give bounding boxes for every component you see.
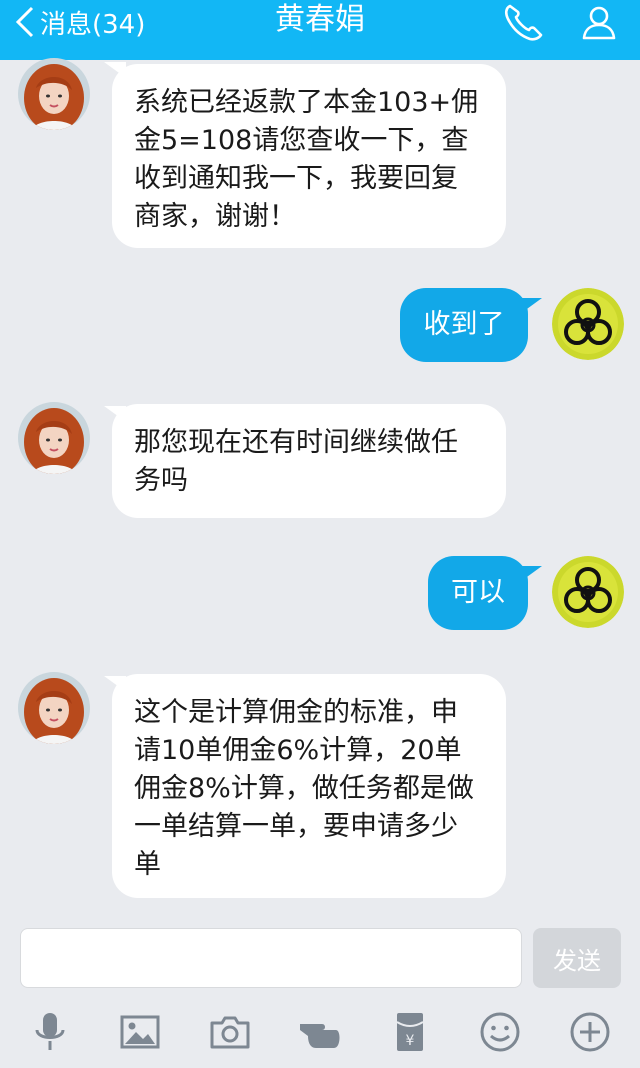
image-button[interactable] [114, 1006, 166, 1058]
emoji-button[interactable] [474, 1006, 526, 1058]
phone-icon [504, 4, 543, 41]
contact-avatar[interactable] [18, 58, 90, 130]
outgoing-message-bubble[interactable]: 收到了 [400, 288, 528, 362]
camera-icon [210, 1016, 250, 1049]
message-input[interactable] [20, 928, 522, 988]
back-button[interactable]: 消息(34) [14, 0, 145, 44]
svg-text:¥: ¥ [406, 1033, 415, 1049]
microphone-icon [35, 1013, 65, 1050]
my-avatar[interactable] [552, 288, 624, 360]
incoming-message-bubble[interactable]: 系统已经返款了本金103+佣金5=108请您查收一下，查收到通知我一下，我要回复… [112, 64, 506, 248]
contact-avatar[interactable] [18, 672, 90, 744]
red-packet-icon: ¥ [396, 1013, 424, 1051]
message-text: 可以 [451, 577, 505, 608]
emoji-icon [480, 1012, 520, 1052]
poke-icon [300, 1024, 340, 1048]
more-button[interactable] [564, 1006, 616, 1058]
title-bar: 消息(34) 黄春娟 [0, 0, 640, 60]
message-text: 这个是计算佣金的标准，申请10单佣金6%计算，20单佣金8%计算，做任务都是做一… [134, 697, 474, 880]
incoming-message-bubble[interactable]: 这个是计算佣金的标准，申请10单佣金6%计算，20单佣金8%计算，做任务都是做一… [112, 674, 506, 898]
outgoing-message-bubble[interactable]: 可以 [428, 556, 528, 630]
bubble-tail [520, 566, 542, 582]
input-toolbar: ¥ [0, 996, 640, 1068]
plus-icon [570, 1012, 610, 1052]
biohazard-icon [552, 288, 624, 360]
voice-button[interactable] [24, 1006, 76, 1058]
contact-avatar-image [18, 58, 90, 130]
red-packet-button[interactable]: ¥ [384, 1006, 436, 1058]
bubble-tail [520, 298, 542, 314]
my-avatar[interactable] [552, 556, 624, 628]
contact-avatar-image [18, 402, 90, 474]
chevron-left-icon [15, 6, 34, 38]
poke-button[interactable] [294, 1006, 346, 1058]
back-label: 消息(34) [40, 9, 146, 40]
biohazard-icon [552, 556, 624, 628]
image-icon [120, 1015, 160, 1049]
message-composer: 发送 [0, 920, 640, 996]
call-button[interactable] [496, 0, 550, 44]
message-text: 系统已经返款了本金103+佣金5=108请您查收一下，查收到通知我一下，我要回复… [134, 87, 479, 232]
camera-button[interactable] [204, 1006, 256, 1058]
incoming-message-bubble[interactable]: 那您现在还有时间继续做任务吗 [112, 404, 506, 518]
message-text: 收到了 [423, 309, 505, 340]
profile-button[interactable] [572, 0, 626, 44]
contact-avatar-image [18, 672, 90, 744]
user-icon [582, 6, 616, 40]
send-button[interactable]: 发送 [533, 928, 621, 988]
message-text: 那您现在还有时间继续做任务吗 [134, 427, 458, 496]
contact-avatar[interactable] [18, 402, 90, 474]
